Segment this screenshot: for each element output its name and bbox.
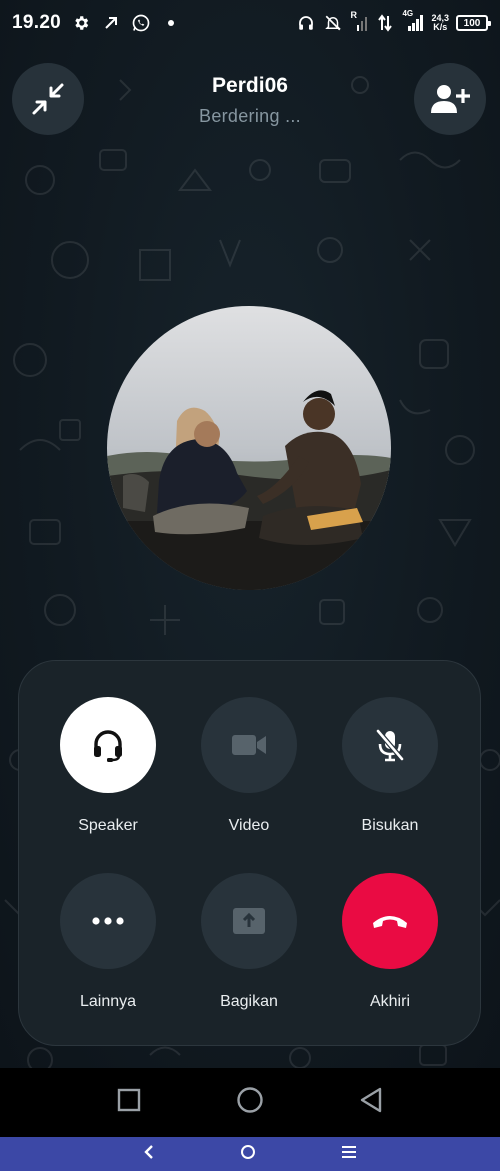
end-call-control: Akhiri [335,873,445,1011]
share-control: Bagikan [194,873,304,1011]
battery-indicator: 100 [456,15,491,31]
net-speed: 24,3 K/s [431,14,449,32]
end-call-icon [373,916,407,928]
data-arrows-icon [375,13,395,33]
mute-button[interactable] [342,697,438,793]
video-camera-icon [232,735,266,755]
battery-level: 100 [463,17,481,29]
mute-control: Bisukan [335,697,445,835]
arrow-up-right-icon [101,13,121,33]
signal-icon-2: 4G [402,9,424,33]
end-call-label: Akhiri [369,993,410,1010]
gear-icon [71,13,91,33]
share-label: Bagikan [220,993,278,1010]
call-screen: 19.20 R 4G 24,3 K/s 100 Perdi06 Berderin… [0,0,500,1068]
avatar-photo [107,306,391,590]
circle-icon [241,1144,255,1159]
hamburger-icon [342,1145,356,1158]
status-time: 19.20 [12,12,62,33]
signal-icon-1: R [350,10,368,33]
system-nav-bar [0,1068,500,1137]
mic-off-icon [376,729,404,762]
headset-icon [94,730,122,762]
share-screen-button[interactable] [201,873,297,969]
more-dots-icon [92,917,124,925]
home-circle-button[interactable] [240,1144,256,1165]
share-screen-icon [233,908,265,934]
status-bar: 19.20 R 4G 24,3 K/s 100 [0,0,500,46]
more-button[interactable] [60,873,156,969]
home-button[interactable] [236,1086,264,1119]
more-label: Lainnya [79,993,137,1010]
caller-avatar [107,306,391,590]
video-control: Video [194,697,304,835]
mute-label: Bisukan [361,817,419,834]
triangle-back-icon [360,1087,382,1113]
menu-button[interactable] [341,1145,357,1164]
chevron-left-icon [144,1144,153,1159]
whatsapp-icon [131,13,151,33]
net-speed-unit: K/s [433,22,448,32]
video-button[interactable] [201,697,297,793]
call-controls-panel: Speaker Video Bisukan Lainnya Bagikan Ak… [18,660,481,1046]
speaker-control: Speaker [53,697,163,835]
add-person-icon [431,85,470,113]
bell-muted-icon [323,13,343,33]
more-control: Lainnya [53,873,163,1011]
notification-dot-icon [161,13,181,33]
add-participant-button[interactable] [414,63,486,135]
circle-home-icon [237,1087,263,1113]
square-icon [117,1088,141,1112]
browser-nav-bar [0,1137,500,1171]
chevron-left-button[interactable] [143,1144,155,1165]
network-type-badge: 4G [402,9,414,18]
recents-button[interactable] [117,1088,141,1117]
back-button[interactable] [359,1087,383,1118]
speaker-label: Speaker [78,817,138,834]
headset-status-icon [296,13,316,33]
roaming-badge: R [350,10,357,20]
speaker-button[interactable] [60,697,156,793]
video-label: Video [228,817,270,834]
end-call-button[interactable] [342,873,438,969]
